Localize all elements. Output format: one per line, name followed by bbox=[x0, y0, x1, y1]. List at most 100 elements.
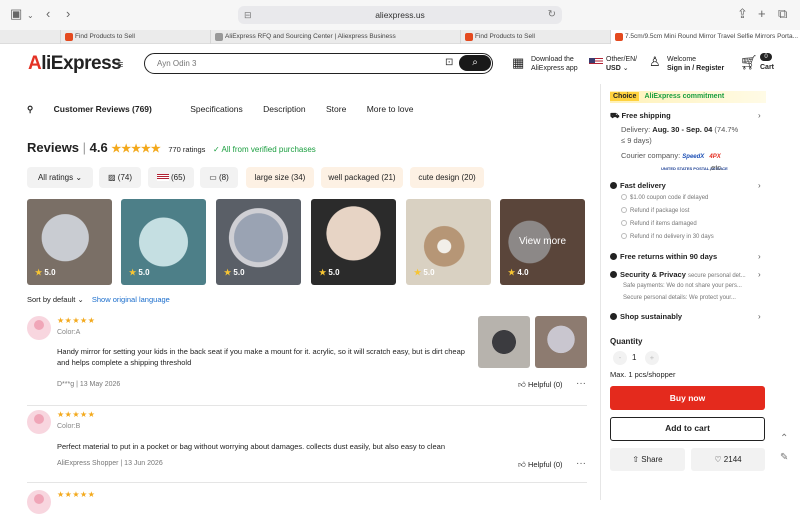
tab-find-products-1[interactable]: Find Products to Sell bbox=[60, 30, 210, 44]
fast-delivery-item: Refund if no delivery in 30 days bbox=[621, 233, 714, 240]
check-icon bbox=[621, 220, 627, 226]
review-photo[interactable]: ★ 5.0 bbox=[121, 199, 206, 285]
add-to-cart-button[interactable]: Add to cart bbox=[610, 417, 765, 441]
page-settings-icon[interactable]: ⊟ bbox=[244, 6, 252, 24]
review-photo[interactable]: ★ 5.0 bbox=[406, 199, 491, 285]
security-privacy-row[interactable]: Security & Privacy secure personal det..… bbox=[610, 270, 746, 279]
nav-more-to-love[interactable]: More to love bbox=[367, 104, 414, 114]
max-quantity-note: Max. 1 pcs/shopper bbox=[610, 370, 676, 379]
wishlist-button[interactable]: ♡ 2144 bbox=[691, 448, 765, 471]
feedback-icon[interactable]: ✎ bbox=[780, 452, 788, 463]
sort-row: Sort by default ⌄ Show original language bbox=[27, 295, 170, 304]
courier-row: Courier company: SpeedX 4PX bbox=[621, 151, 721, 160]
buy-now-button[interactable]: Buy now bbox=[610, 386, 765, 410]
review-photo[interactable]: ★ 5.0 bbox=[216, 199, 301, 285]
filter-large-size[interactable]: large size (34) bbox=[246, 167, 314, 188]
nav-store[interactable]: Store bbox=[326, 104, 346, 114]
review-variant: Color:A bbox=[57, 329, 81, 336]
filter-all-ratings[interactable]: All ratings ⌄ bbox=[27, 167, 93, 188]
choice-banner: Choice AliExpress commitment bbox=[610, 91, 766, 103]
review-photo-view-more[interactable]: View more ★ 4.0 bbox=[500, 199, 585, 285]
menu-icon[interactable]: ≡ bbox=[117, 59, 123, 71]
cart-label[interactable]: Cart bbox=[760, 63, 774, 72]
fast-delivery-row[interactable]: Fast delivery bbox=[610, 181, 666, 190]
review-author-date: AliExpress Shopper | 13 Jun 2026 bbox=[57, 460, 163, 467]
chevron-down-icon[interactable]: ⌄ bbox=[27, 8, 34, 24]
new-tab-icon[interactable]: + bbox=[758, 6, 766, 22]
chevron-right-icon[interactable]: › bbox=[758, 181, 761, 190]
image-icon: ▨ bbox=[107, 173, 116, 182]
reload-icon[interactable]: ↻ bbox=[548, 6, 556, 24]
show-original-language-link[interactable]: Show original language bbox=[92, 295, 170, 304]
quantity-value[interactable]: 1 bbox=[632, 353, 636, 362]
chevron-right-icon[interactable]: › bbox=[758, 270, 761, 279]
star-icon: ★ bbox=[414, 268, 422, 277]
aliexpress-favicon-icon bbox=[465, 33, 473, 41]
quantity-increase-button[interactable]: + bbox=[645, 351, 659, 365]
free-shipping-row[interactable]: ⛟ Free shipping bbox=[610, 111, 671, 121]
nav-specifications[interactable]: Specifications bbox=[190, 104, 242, 114]
check-icon bbox=[621, 233, 627, 239]
shield-icon bbox=[610, 271, 617, 278]
locale-selector[interactable]: Other/EN/ USD ⌄ bbox=[606, 55, 637, 73]
review-text: Perfect material to put in a pocket or b… bbox=[57, 442, 445, 451]
filter-us-reviews[interactable]: (65) bbox=[148, 167, 194, 188]
url-text: aliexpress.us bbox=[375, 10, 425, 20]
account-link[interactable]: Welcome Sign in / Register bbox=[667, 55, 724, 73]
divider bbox=[27, 482, 587, 483]
quantity-decrease-button[interactable]: - bbox=[613, 351, 627, 365]
more-options-icon[interactable]: ··· bbox=[576, 378, 586, 389]
cart-count-badge: 0 bbox=[760, 53, 772, 61]
sort-dropdown[interactable]: Sort by default ⌄ bbox=[27, 295, 84, 304]
scroll-to-top-icon[interactable]: ⌃ bbox=[780, 433, 788, 444]
filter-well-packaged[interactable]: well packaged (21) bbox=[321, 167, 403, 188]
helpful-button[interactable]: 👍︎ Helpful (0) bbox=[518, 380, 563, 390]
filter-cute-design[interactable]: cute design (20) bbox=[410, 167, 484, 188]
tab-rfq-center[interactable]: AliExpress RFQ and Sourcing Center | Ali… bbox=[210, 30, 460, 44]
chevron-right-icon[interactable]: › bbox=[758, 252, 761, 261]
location-pin-icon: ⚲ bbox=[27, 104, 34, 114]
aliexpress-logo[interactable]: AliExpress bbox=[28, 53, 122, 75]
free-returns-row[interactable]: Free returns within 90 days bbox=[610, 252, 717, 261]
chevron-right-icon[interactable]: › bbox=[758, 111, 761, 120]
nav-description[interactable]: Description bbox=[263, 104, 306, 114]
tab-overview-icon[interactable]: ⧉ bbox=[778, 6, 787, 22]
usps-logo: UNITED STATES POSTAL SERVICE bbox=[661, 165, 728, 171]
search-button[interactable]: ⌕ bbox=[459, 55, 491, 71]
helpful-button[interactable]: 👍︎ Helpful (0) bbox=[518, 460, 563, 470]
search-input[interactable] bbox=[157, 56, 437, 70]
quantity-label: Quantity bbox=[610, 337, 643, 346]
nav-customer-reviews[interactable]: ⚲ Customer Reviews (769) bbox=[27, 104, 170, 114]
download-app-link[interactable]: Download the AliExpress app bbox=[531, 55, 578, 73]
more-options-icon[interactable]: ··· bbox=[576, 458, 586, 469]
back-icon[interactable]: ‹ bbox=[46, 6, 50, 22]
cart-icon[interactable]: 🛒︎ bbox=[740, 55, 758, 69]
tab-find-products-2[interactable]: Find Products to Sell bbox=[460, 30, 610, 44]
reviews-header: Reviews | 4.6 ★★★★★ 770 ratings ✓ All fr… bbox=[27, 140, 316, 155]
courier-row-2: UNITED STATES POSTAL SERVICE ,etc. bbox=[661, 163, 728, 172]
image-search-icon[interactable]: ⊡ bbox=[445, 57, 453, 68]
review-stars: ★★★★★ bbox=[57, 316, 96, 325]
qr-code-icon: ▦ bbox=[512, 55, 525, 70]
aliexpress-favicon-icon bbox=[615, 33, 623, 41]
share-icon[interactable]: ⇪ bbox=[737, 6, 748, 22]
tab-mirror-product[interactable]: 7.5cm/9.5cm Mini Round Mirror Travel Sel… bbox=[610, 30, 800, 44]
avatar bbox=[27, 490, 51, 514]
sidebar-toggle-icon[interactable]: ▣ bbox=[10, 6, 22, 22]
reviews-score: 4.6 bbox=[89, 140, 108, 155]
filter-comments[interactable]: ▭ (8) bbox=[200, 167, 238, 188]
ratings-count: 770 ratings bbox=[168, 145, 206, 154]
address-bar[interactable]: ⊟ aliexpress.us ↻ bbox=[238, 6, 562, 24]
share-button[interactable]: ⇧ Share bbox=[610, 448, 685, 471]
forward-icon[interactable]: › bbox=[66, 6, 70, 22]
shop-sustainably-row[interactable]: Shop sustainably bbox=[610, 312, 682, 321]
review-image[interactable] bbox=[535, 316, 587, 368]
filter-with-photos[interactable]: ▨ (74) bbox=[99, 167, 141, 188]
review-image[interactable] bbox=[478, 316, 530, 368]
heart-icon: ♡ bbox=[714, 455, 722, 464]
star-icon: ★ bbox=[35, 268, 43, 277]
chevron-right-icon[interactable]: › bbox=[758, 312, 761, 321]
search-icon: ⌕ bbox=[472, 57, 478, 68]
review-photo[interactable]: ★ 5.0 bbox=[27, 199, 112, 285]
review-photo[interactable]: ★ 5.0 bbox=[311, 199, 396, 285]
